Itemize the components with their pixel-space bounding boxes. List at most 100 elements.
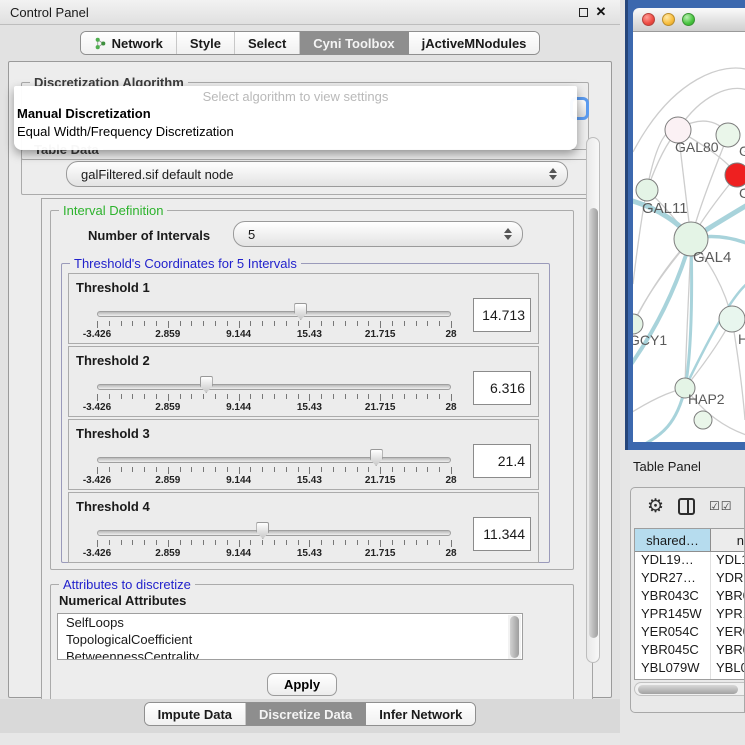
slider-thumb[interactable] xyxy=(294,303,307,320)
apply-button[interactable]: Apply xyxy=(267,673,337,696)
cell-shared-name[interactable]: YBR043C xyxy=(635,588,711,606)
checkbox-icons[interactable]: ☑☑ xyxy=(709,499,733,513)
attributes-list-scrollbar[interactable] xyxy=(508,615,521,659)
table-row[interactable]: YDR27…YDR2 xyxy=(635,570,745,588)
network-node[interactable] xyxy=(636,179,658,201)
network-window-titlebar xyxy=(633,8,745,32)
cell-shared-name[interactable]: YBR045C xyxy=(635,642,711,660)
zoom-window-icon[interactable] xyxy=(682,13,695,26)
threshold-value-field[interactable]: 6.316 xyxy=(473,371,531,405)
slider-ticks xyxy=(97,466,451,474)
cell-shared-name[interactable]: YER054C xyxy=(635,624,711,642)
number-of-intervals-value: 5 xyxy=(248,227,503,242)
cyni-toolbox-panel: Discretization Algorithm Table Data galF… xyxy=(8,61,612,698)
table-row[interactable]: YBL079WYBL0 xyxy=(635,660,745,678)
slider-track[interactable] xyxy=(97,457,451,463)
table-row[interactable]: YPR145WYPR1 xyxy=(635,606,745,624)
cell-shared-name[interactable]: YDR27… xyxy=(635,570,711,588)
table-header-name[interactable]: n xyxy=(711,529,745,551)
tab-network[interactable]: Network xyxy=(81,32,177,54)
table-row[interactable]: YBR045CYBR0 xyxy=(635,642,745,660)
table-row[interactable]: YDL19…YDL1 xyxy=(635,552,745,570)
attributes-list-scroll-thumb[interactable] xyxy=(510,616,519,658)
network-node[interactable] xyxy=(633,314,643,334)
tab-impute-data[interactable]: Impute Data xyxy=(145,703,246,725)
stepper-arrows-icon xyxy=(503,228,512,240)
close-panel-button[interactable]: ✕ xyxy=(592,3,610,21)
network-node[interactable] xyxy=(725,163,745,187)
slider-track[interactable] xyxy=(97,530,451,536)
network-node[interactable] xyxy=(719,306,745,332)
table-horizontal-scrollbar[interactable] xyxy=(634,682,745,696)
node-table[interactable]: shared… n YDL19…YDL1YDR27…YDR2YBR043CYBR… xyxy=(634,528,745,680)
tab-select[interactable]: Select xyxy=(235,32,300,54)
gear-icon[interactable]: ⚙ xyxy=(647,497,664,516)
tab-discretize-data[interactable]: Discretize Data xyxy=(246,703,366,725)
attribute-list-item[interactable]: TopologicalCoefficient xyxy=(58,631,522,648)
cell-name[interactable]: YBR0 xyxy=(711,588,745,606)
attribute-list-item[interactable]: SelfLoops xyxy=(58,614,522,631)
threshold-panel-3: Threshold 3-3.4262.8599.14415.4321.71528… xyxy=(68,419,539,490)
slider-thumb[interactable] xyxy=(256,522,269,539)
tab-label: Style xyxy=(190,36,221,51)
cell-shared-name[interactable]: YLR345W xyxy=(635,678,711,680)
slider-thumb[interactable] xyxy=(370,449,383,466)
minimize-window-icon[interactable] xyxy=(662,13,675,26)
split-columns-icon[interactable] xyxy=(678,498,695,515)
threshold-value-field[interactable]: 11.344 xyxy=(473,517,531,551)
network-edge-highlighted[interactable] xyxy=(633,239,691,370)
cell-shared-name[interactable]: YPR145W xyxy=(635,606,711,624)
network-node-label: HAP2 xyxy=(688,391,725,407)
threshold-value-field[interactable]: 21.4 xyxy=(473,444,531,478)
table-row[interactable]: YBR043CYBR0 xyxy=(635,588,745,606)
number-of-intervals-label: Number of Intervals xyxy=(88,228,210,243)
slider-ticks xyxy=(97,320,451,328)
slider-track[interactable] xyxy=(97,384,451,390)
tab-infer-network[interactable]: Infer Network xyxy=(366,703,475,725)
close-icon: ✕ xyxy=(596,4,607,20)
cell-name[interactable]: YDL1 xyxy=(711,552,745,570)
settings-scroll-viewport: Interval Definition Number of Intervals … xyxy=(41,198,593,726)
slider-ticks xyxy=(97,393,451,401)
table-horizontal-scroll-thumb[interactable] xyxy=(638,685,738,694)
network-node[interactable] xyxy=(694,411,712,429)
network-node-label: GAL11 xyxy=(642,200,688,217)
algorithm-dropdown-popup: Select algorithm to view settings Manual… xyxy=(14,86,577,150)
close-window-icon[interactable] xyxy=(642,13,655,26)
table-toolbar: ⚙ ☑☑ xyxy=(631,488,745,524)
bottom-tab-group: Impute DataDiscretize Data Infer Network xyxy=(144,702,477,726)
numerical-attributes-list[interactable]: SelfLoopsTopologicalCoefficientBetweenne… xyxy=(57,613,523,660)
tab-style[interactable]: Style xyxy=(177,32,235,54)
network-node[interactable] xyxy=(716,123,740,147)
float-window-button[interactable] xyxy=(574,3,592,21)
tab-label: Infer Network xyxy=(379,707,462,722)
network-canvas[interactable]: GAL80GACGAL11GAL4GCY1HHAP2 xyxy=(633,32,745,442)
settings-vertical-scroll-thumb[interactable] xyxy=(589,208,598,638)
tab-cyni-toolbox[interactable]: Cyni Toolbox xyxy=(300,32,408,54)
algorithm-option-equal-width[interactable]: Equal Width/Frequency Discretization xyxy=(14,123,577,141)
cell-name[interactable]: YLR3 xyxy=(711,678,745,680)
threshold-value-field[interactable]: 14.713 xyxy=(473,298,531,332)
algorithm-option-manual[interactable]: Manual Discretization xyxy=(14,105,577,123)
interval-definition-title: Interval Definition xyxy=(59,203,167,218)
cell-name[interactable]: YER0 xyxy=(711,624,745,642)
tab-jactivemnodules[interactable]: jActiveMNodules xyxy=(409,32,540,54)
settings-vertical-scrollbar[interactable] xyxy=(586,137,600,663)
table-data-select[interactable]: galFiltered.sif default node xyxy=(66,161,568,187)
attribute-list-item[interactable]: BetweennessCentrality xyxy=(58,648,522,660)
cell-name[interactable]: YPR1 xyxy=(711,606,745,624)
cell-name[interactable]: YBR0 xyxy=(711,642,745,660)
cell-shared-name[interactable]: YBL079W xyxy=(635,660,711,678)
table-row[interactable]: YER054CYER0 xyxy=(635,624,745,642)
table-header-shared-name[interactable]: shared… xyxy=(635,529,711,551)
cell-name[interactable]: YDR2 xyxy=(711,570,745,588)
slider-track[interactable] xyxy=(97,311,451,317)
cell-name[interactable]: YBL0 xyxy=(711,660,745,678)
number-of-intervals-select[interactable]: 5 xyxy=(233,221,523,247)
cell-shared-name[interactable]: YDL19… xyxy=(635,552,711,570)
bottom-tab-row: Impute DataDiscretize Data Infer Network xyxy=(0,702,620,728)
threshold-panel-2: Threshold 2-3.4262.8599.14415.4321.71528… xyxy=(68,346,539,417)
network-edge-highlighted[interactable] xyxy=(685,282,745,388)
table-row[interactable]: YLR345WYLR3 xyxy=(635,678,745,680)
slider-thumb[interactable] xyxy=(200,376,213,393)
